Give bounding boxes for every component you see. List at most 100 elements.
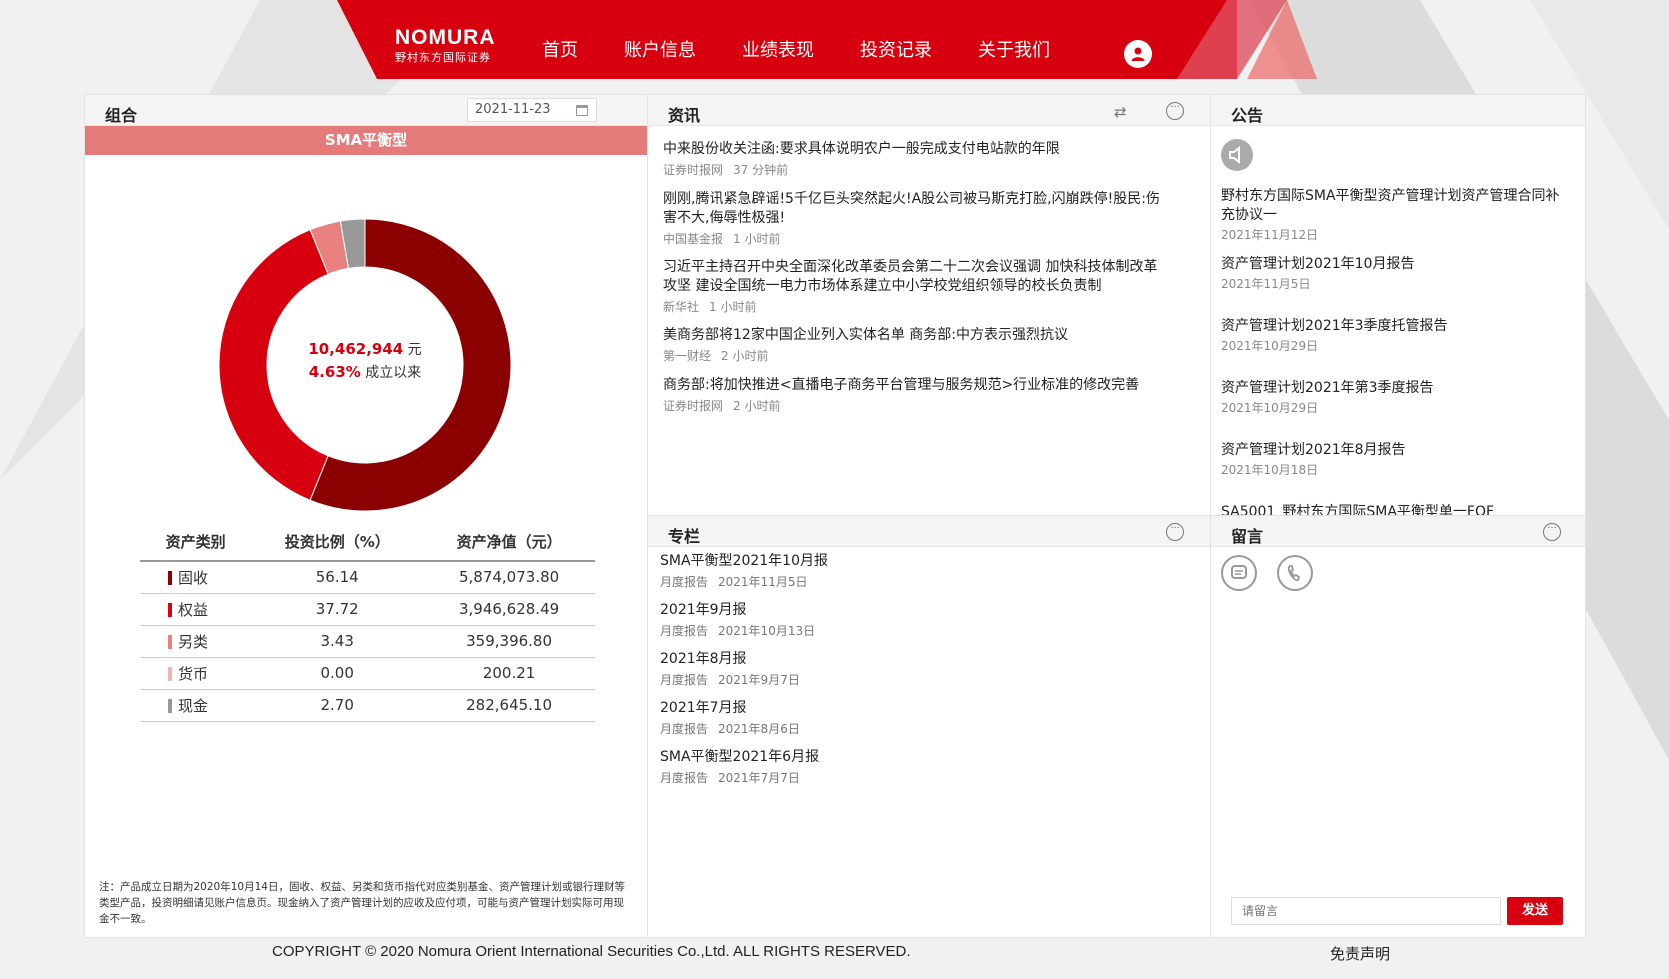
column-item-meta: 月度报告 2021年9月7日 <box>660 671 1140 688</box>
message-more-icon[interactable]: ··· <box>1543 523 1561 541</box>
disclaimer-link[interactable]: 免责声明 <box>1330 943 1390 964</box>
category-swatch <box>168 602 172 617</box>
column-header <box>648 516 1210 547</box>
logo-sub-text: 野村东方国际证券 <box>395 51 491 64</box>
asset-table: 资产类别 投资比例（%） 资产净值（元） 固收 56.14 5,874,073.80… <box>140 523 595 722</box>
column-item[interactable]: SMA平衡型2021年10月报 月度报告 2021年11月5日 <box>660 552 1140 590</box>
message-header <box>1211 516 1585 547</box>
donut-center-text: 10,462,944 元 4.63% 成立以来 <box>215 338 515 384</box>
notice-item-title: 资产管理计划2021年8月报告 <box>1221 442 1406 458</box>
column-item[interactable]: 2021年7月报 月度报告 2021年8月6日 <box>660 699 1140 737</box>
category-label: 现金 <box>178 696 209 715</box>
nav-home[interactable]: 首页 <box>542 36 578 62</box>
notice-item[interactable]: 资产管理计划2021年第3季度报告 2021年10月29日 <box>1221 379 1561 416</box>
notice-item[interactable]: 野村东方国际SMA平衡型资产管理计划资产管理合同补充协议一 2021年11月12日 <box>1221 187 1561 243</box>
date-picker[interactable]: 2021-11-23 <box>467 98 597 122</box>
column-panel: 专栏 ··· SMA平衡型2021年10月报 月度报告 2021年11月5日 2021… <box>647 515 1211 938</box>
user-avatar-icon[interactable] <box>1124 40 1152 68</box>
notice-item-title: 资产管理计划2021年10月报告 <box>1221 256 1415 272</box>
column-type: 月度报告 <box>660 771 709 785</box>
asset-category: 固收 <box>140 561 252 594</box>
column-item-meta: 月度报告 2021年10月13日 <box>660 622 1140 639</box>
column-date: 2021年8月6日 <box>718 722 800 736</box>
category-swatch <box>168 698 172 713</box>
return-pct: 4.63% <box>308 363 361 381</box>
phone-icon[interactable] <box>1277 555 1313 591</box>
column-item[interactable]: SMA平衡型2021年6月报月度报告 2021年7月7日 <box>660 748 1140 786</box>
notice-item-date: 2021年10月29日 <box>1221 339 1319 353</box>
asset-row: 权益 37.72 3,946,628.49 <box>140 593 595 626</box>
column-type: 月度报告 <box>660 624 709 638</box>
category-swatch <box>168 666 172 681</box>
category-label: 固收 <box>178 568 209 587</box>
news-more-icon[interactable]: ··· <box>1166 102 1184 120</box>
asset-ratio: 56.14 <box>251 561 424 594</box>
nav-records[interactable]: 投资记录 <box>860 36 932 62</box>
notice-item-date: 2021年10月29日 <box>1221 401 1319 415</box>
portfolio-title: 组合 <box>105 106 138 125</box>
refresh-icon[interactable]: ⇄ <box>1114 103 1127 121</box>
news-time: 37 分钟前 <box>733 163 789 177</box>
news-item-meta: 新华社 1 小时前 <box>663 298 1163 315</box>
product-banner: SMA平衡型 <box>85 126 647 155</box>
category-swatch <box>168 634 172 649</box>
nomura-logo[interactable]: NOMURA 野村东方国际证券 <box>395 26 496 65</box>
column-item-meta: 月度报告 2021年8月6日 <box>660 720 1140 737</box>
news-title: 资讯 <box>668 106 701 125</box>
news-item[interactable]: 习近平主持召开中央全面深化改革委员会第二十二次会议强调 加快科技体制改革攻坚 建… <box>663 258 1163 315</box>
column-title: 专栏 <box>668 527 701 546</box>
asset-value: 200.21 <box>423 657 595 690</box>
total-unit: 元 <box>407 342 422 358</box>
news-time: 1 小时前 <box>709 300 757 314</box>
news-item[interactable]: 美商务部将12家中国企业列入实体名单 商务部:中方表示强烈抗议第一财经 2 小时前 <box>663 326 1163 364</box>
copyright-text: COPYRIGHT © 2020 Nomura Orient Internati… <box>272 943 911 960</box>
return-label: 成立以来 <box>365 365 422 381</box>
news-item-title: 刚刚,腾讯紧急辟谣!5千亿巨头突然起火!A股公司被马斯克打脸,闪崩跌停!股民:伤… <box>663 191 1160 226</box>
notice-item-title: 资产管理计划2021年3季度托管报告 <box>1221 318 1448 334</box>
news-item[interactable]: 商务部:将加快推进<直播电子商务平台管理与服务规范>行业标准的修改完善 证券时报网… <box>663 376 1163 414</box>
date-value: 2021-11-23 <box>475 102 551 117</box>
asset-category: 现金 <box>140 689 252 722</box>
logo-main-text: NOMURA <box>395 26 496 49</box>
total-value: 10,462,944 <box>308 340 404 358</box>
header-value: 资产净值（元） <box>423 523 595 562</box>
nav-account[interactable]: 账户信息 <box>624 36 696 62</box>
chat-icon[interactable] <box>1221 555 1257 591</box>
column-item-title: SMA平衡型2021年6月报 <box>660 749 820 765</box>
nav-performance[interactable]: 业绩表现 <box>742 36 814 62</box>
notice-item[interactable]: 资产管理计划2021年8月报告 2021年10月18日 <box>1221 441 1561 478</box>
notice-item[interactable]: 资产管理计划2021年10月报告 2021年11月5日 <box>1221 255 1561 292</box>
notice-title: 公告 <box>1231 106 1264 125</box>
news-item-title: 商务部:将加快推进<直播电子商务平台管理与服务规范>行业标准的修改完善 <box>663 377 1140 393</box>
notice-item-date: 2021年10月18日 <box>1221 463 1319 477</box>
category-label: 货币 <box>178 664 209 683</box>
notice-item[interactable]: 资产管理计划2021年3季度托管报告 2021年10月29日 <box>1221 317 1561 354</box>
column-more-icon[interactable]: ··· <box>1166 523 1184 541</box>
message-input[interactable] <box>1231 897 1501 925</box>
asset-value: 5,874,073.80 <box>423 561 595 594</box>
news-source: 第一财经 <box>663 349 712 363</box>
nav-about[interactable]: 关于我们 <box>978 36 1050 62</box>
news-item[interactable]: 刚刚,腾讯紧急辟谣!5千亿巨头突然起火!A股公司被马斯克打脸,闪崩跌停!股民:伤… <box>663 190 1163 247</box>
notice-item-title: 野村东方国际SMA平衡型资产管理计划资产管理合同补充协议一 <box>1221 188 1560 223</box>
news-item[interactable]: 中来股份收关注函:要求具体说明农户一般完成支付电站款的年限 证券时报网 37 分钟前 <box>663 140 1163 178</box>
news-item-meta: 第一财经 2 小时前 <box>663 347 1163 364</box>
header-ratio: 投资比例（%） <box>251 523 424 562</box>
category-label: 权益 <box>178 600 209 619</box>
allocation-donut-chart: 10,462,944 元 4.63% 成立以来 <box>215 215 515 515</box>
asset-value: 359,396.80 <box>423 625 595 658</box>
news-time: 2 小时前 <box>733 399 781 413</box>
notice-item-date: 2021年11月12日 <box>1221 228 1319 242</box>
send-button[interactable]: 发送 <box>1507 897 1563 925</box>
asset-ratio: 2.70 <box>251 689 424 722</box>
news-item-title: 美商务部将12家中国企业列入实体名单 商务部:中方表示强烈抗议 <box>663 327 1068 343</box>
news-source: 新华社 <box>663 300 700 314</box>
column-item[interactable]: 2021年8月报 月度报告 2021年9月7日 <box>660 650 1140 688</box>
column-item[interactable]: 2021年9月报 月度报告 2021年10月13日 <box>660 601 1140 639</box>
news-time: 1 小时前 <box>733 232 781 246</box>
column-type: 月度报告 <box>660 722 709 736</box>
category-label: 另类 <box>178 632 209 651</box>
column-type: 月度报告 <box>660 575 709 589</box>
column-item-meta: 月度报告 2021年7月7日 <box>660 769 1140 786</box>
asset-ratio: 37.72 <box>251 593 424 626</box>
